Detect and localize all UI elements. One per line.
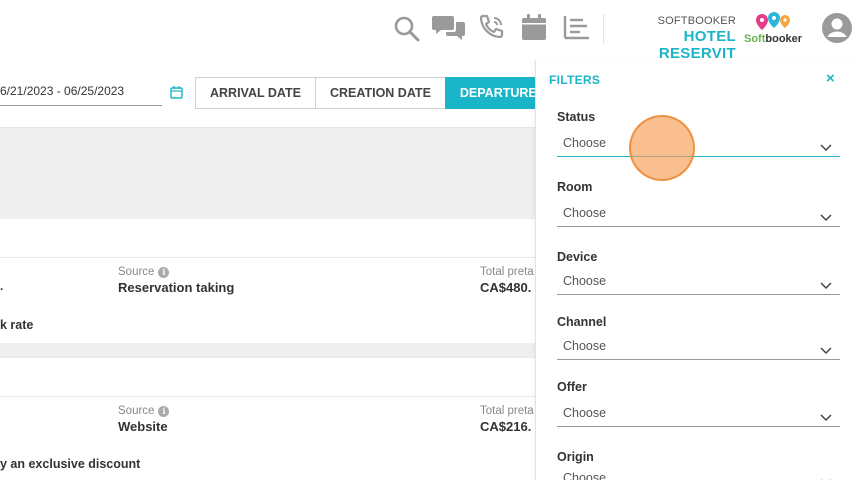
date-type-toggle: ARRIVAL DATE CREATION DATE DEPARTURE D [195,77,557,109]
close-icon[interactable]: × [826,71,835,86]
origin-label: Origin [557,450,594,464]
list-icon[interactable] [563,14,591,40]
origin-select[interactable]: Choose [557,466,840,480]
header-divider [603,14,604,44]
list-header-band [0,127,535,219]
device-select[interactable]: Choose [557,269,840,295]
hotel-name[interactable]: HOTEL RESERVIT [606,28,736,62]
calendar-small-icon[interactable] [170,85,183,99]
click-indicator [629,115,695,181]
chevron-down-icon [820,409,832,427]
reservation-note: y an exclusive discount [0,457,141,471]
status-select[interactable]: Choose [557,131,840,157]
total-value: CA$216. [480,419,532,434]
chevron-down-icon [820,277,832,295]
filters-title: FILTERS [549,73,601,87]
arrival-date-button[interactable]: ARRIVAL DATE [195,77,316,109]
channel-select[interactable]: Choose [557,334,840,360]
info-icon[interactable]: i [158,267,170,278]
row-divider [0,357,535,358]
chevron-down-icon [820,139,832,157]
softbooker-logo-text: Softbooker [744,33,803,45]
search-icon[interactable] [393,15,421,43]
chevron-down-icon [820,474,832,480]
creation-date-button[interactable]: CREATION DATE [314,77,446,109]
chevron-down-icon [820,342,832,360]
top-header: SOFTBOOKER HOTEL RESERVIT Softbooker [0,0,860,62]
user-avatar-icon[interactable] [821,12,853,44]
offer-label: Offer [557,380,587,394]
row-marker: · [0,282,4,296]
date-range-input[interactable]: 6/21/2023 - 06/25/2023 [0,82,162,106]
total-value: CA$480. [480,280,532,295]
total-label: Total preta [480,405,534,417]
info-icon[interactable]: i [158,406,170,417]
room-label: Room [557,180,593,194]
brand-subtitle: SOFTBOOKER [657,15,736,27]
channel-label: Channel [557,315,607,329]
source-value: Website [118,419,168,434]
phone-icon[interactable] [478,13,506,41]
device-label: Device [557,250,598,264]
source-value: Reservation taking [118,280,235,295]
row-divider [0,257,535,258]
source-label: Source i [118,266,170,278]
source-label: Source i [118,405,170,417]
chevron-down-icon [820,209,832,227]
offer-select[interactable]: Choose [557,401,840,427]
row-divider [0,396,535,397]
calendar-icon[interactable] [521,13,547,41]
room-select[interactable]: Choose [557,201,840,227]
reservation-note: k rate [0,318,34,332]
chat-icon[interactable] [432,13,466,43]
row-separator-band [0,343,535,357]
filters-panel: FILTERS × Status Choose Room Choose Devi… [535,60,860,480]
total-label: Total preta [480,266,534,278]
status-label: Status [557,110,596,124]
